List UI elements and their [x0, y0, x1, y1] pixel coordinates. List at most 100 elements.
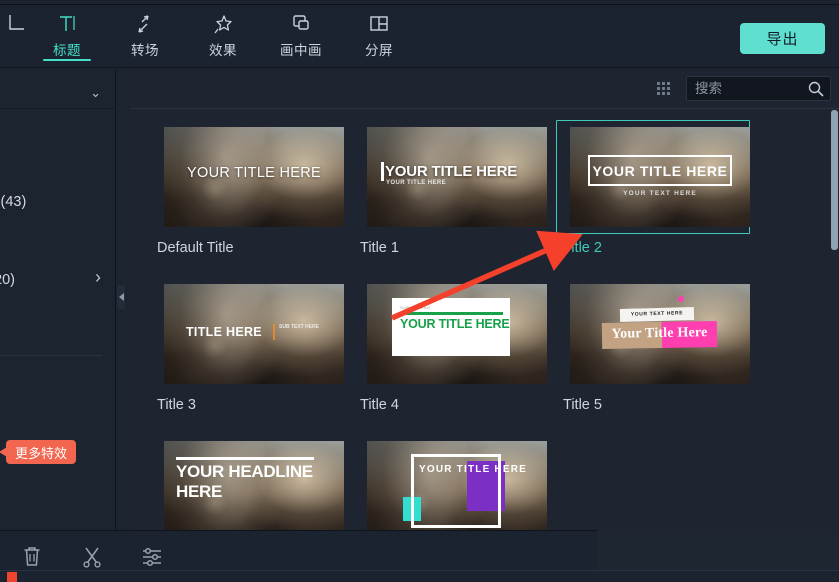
template-label: Title 4 [360, 397, 399, 413]
tab-crop[interactable] [2, 5, 28, 67]
more-effects-tooltip[interactable]: 更多特效 [0, 440, 77, 464]
overlay-title-text: YOUR TITLE HERE [592, 162, 728, 179]
sidebar-divider [0, 355, 102, 356]
timeline-separator [0, 570, 839, 571]
overlay-dot [678, 296, 684, 302]
overlay-title-text: YOUR TITLE HERE [400, 317, 510, 331]
overlay-title-text: Your Title Here [611, 325, 708, 342]
overlay-accent-bar [381, 162, 384, 181]
overlay-rule [400, 312, 503, 315]
template-card-title-4[interactable]: SUBHEADING YOUR TITLE HERE Title 4 [353, 277, 547, 413]
scrollbar-thumb[interactable] [831, 110, 838, 250]
tab-title-label: 标题 [53, 43, 81, 58]
overlay-subtitle-text: YOUR TEXT HERE [630, 310, 684, 318]
thumbnail-frame: YOUR HEADLINE HERE [150, 434, 344, 530]
template-card-title-5[interactable]: YOUR TEXT HERE Your Title Here Title 5 [556, 277, 750, 413]
overlay-subtitle-text: YOUR TITLE HERE [386, 180, 447, 186]
thumbnail-frame: YOUR TITLE HERE YOUR TEXT HERE [556, 120, 750, 234]
crop-icon [4, 12, 26, 36]
search-box[interactable] [686, 76, 831, 101]
template-grid: YOUR TITLE HERE Default Title YOUR TITLE… [131, 110, 839, 530]
panel-scrollbar[interactable] [831, 110, 838, 530]
adjust-button[interactable] [138, 543, 166, 571]
sliders-icon [143, 547, 161, 566]
template-card-title-3[interactable]: TITLE HERE SUB TEXT HERE Title 3 [150, 277, 344, 413]
overlay-title-text: YOUR TITLE HERE [187, 165, 321, 181]
title-overlay-art: YOUR TITLE HERE YOUR TEXT HERE [570, 127, 750, 227]
template-card-title-6[interactable]: YOUR HEADLINE HERE [150, 434, 344, 530]
title-overlay-art: YOUR HEADLINE HERE [164, 441, 344, 530]
thumbnail-frame: YOUR TEXT HERE Your Title Here [556, 277, 750, 391]
overlay-white-card: SUBHEADING YOUR TITLE HERE [392, 298, 510, 356]
grid-view-icon[interactable] [657, 82, 670, 95]
overlay-title-text: YOUR TITLE HERE [419, 464, 528, 475]
title-overlay-art: YOUR TITLE HERE [367, 441, 547, 530]
overlay-title-text: TITLE HERE [186, 325, 262, 339]
tab-effect-label: 效果 [209, 43, 237, 58]
template-card-title-2[interactable]: YOUR TITLE HERE YOUR TEXT HERE Title 2 [556, 120, 750, 256]
thumbnail-image: YOUR TEXT HERE Your Title Here [570, 284, 750, 384]
top-tab-bar: 标题 转场 效果 画中画 分屏 导出 [0, 4, 839, 68]
overlay-accent-bar [273, 324, 275, 340]
sparkle-effect-icon [212, 12, 234, 36]
export-button[interactable]: 导出 [740, 23, 825, 54]
chevron-right-icon[interactable]: › [95, 267, 101, 288]
search-input[interactable] [695, 77, 807, 100]
search-icon[interactable] [807, 80, 825, 103]
title-overlay-art: SUBHEADING YOUR TITLE HERE [367, 284, 547, 384]
template-label: Title 2 [563, 240, 602, 256]
thumbnail-frame: TITLE HERE SUB TEXT HERE [150, 277, 344, 391]
template-panel: YOUR TITLE HERE Default Title YOUR TITLE… [131, 69, 839, 530]
thumbnail-image: YOUR HEADLINE HERE [164, 441, 344, 530]
tab-pip[interactable]: 画中画 [262, 5, 340, 67]
delete-button[interactable] [18, 543, 46, 571]
left-sidebar: ⌄ ) — (43) 20) › 更多特效 [0, 69, 116, 530]
playhead-marker[interactable] [7, 572, 17, 582]
template-label: Title 1 [360, 240, 399, 256]
bottom-toolbar [0, 530, 839, 582]
active-tab-underline [43, 59, 91, 61]
tab-pip-label: 画中画 [280, 43, 322, 58]
sidebar-item-category-3[interactable]: 20) [0, 272, 15, 288]
thumbnail-image: YOUR TITLE HERE [164, 127, 344, 227]
overlay-subtitle-text: SUB TEXT HERE [279, 324, 320, 330]
overlay-tape: YOUR TEXT HERE [619, 307, 695, 322]
tab-transition-label: 转场 [131, 43, 159, 58]
overlay-rule [176, 457, 314, 460]
chevron-left-icon [118, 293, 124, 301]
template-card-title-7[interactable]: YOUR TITLE HERE [353, 434, 547, 530]
template-card-title-1[interactable]: YOUR TITLE HERE YOUR TITLE HERE Title 1 [353, 120, 547, 256]
app-window: 标题 转场 效果 画中画 分屏 导出 ⌄ (43) 0) › 更多特效 搜索 Y… [0, 0, 839, 582]
tab-title[interactable]: 标题 [28, 5, 106, 67]
tab-list: 标题 转场 效果 画中画 分屏 [0, 5, 418, 67]
tab-effect[interactable]: 效果 [184, 5, 262, 67]
title-overlay-art: YOUR TEXT HERE Your Title Here [570, 284, 750, 384]
sidebar-collapse-handle[interactable] [117, 285, 125, 309]
thumbnail-frame: YOUR TITLE HERE [353, 434, 547, 530]
overlay-microtext: SUBHEADING [400, 305, 431, 310]
thumbnail-image: SUBHEADING YOUR TITLE HERE [367, 284, 547, 384]
transition-icon [134, 12, 156, 36]
overlay-title-text: YOUR TITLE HERE [385, 163, 518, 180]
split-screen-icon [368, 12, 390, 36]
thumbnail-image: YOUR TITLE HERE [367, 441, 547, 530]
scissors-icon [83, 547, 101, 568]
text-title-icon [56, 12, 78, 36]
sidebar-item-category-2[interactable]: — (43) [0, 194, 26, 210]
overlay-outline-box: YOUR TITLE HERE [588, 155, 732, 186]
split-button[interactable] [78, 543, 106, 571]
template-label: Title 5 [563, 397, 602, 413]
title-overlay-art: TITLE HERE SUB TEXT HERE [164, 284, 344, 384]
tab-split-screen[interactable]: 分屏 [340, 5, 418, 67]
thumbnail-frame: YOUR TITLE HERE [150, 120, 344, 234]
thumbnail-image: TITLE HERE SUB TEXT HERE [164, 284, 344, 384]
overlay-band: Your Title Here [601, 320, 718, 350]
thumbnail-frame: YOUR TITLE HERE YOUR TITLE HERE [353, 120, 547, 234]
chevron-down-icon[interactable]: ⌄ [90, 85, 101, 101]
timeline-right-panel [597, 530, 839, 571]
template-card-default-title[interactable]: YOUR TITLE HERE Default Title [150, 120, 344, 256]
thumbnail-image: YOUR TITLE HERE YOUR TITLE HERE [367, 127, 547, 227]
tab-transition[interactable]: 转场 [106, 5, 184, 67]
overlay-subtitle-text: YOUR TEXT HERE [623, 190, 697, 197]
tab-split-label: 分屏 [365, 43, 393, 58]
